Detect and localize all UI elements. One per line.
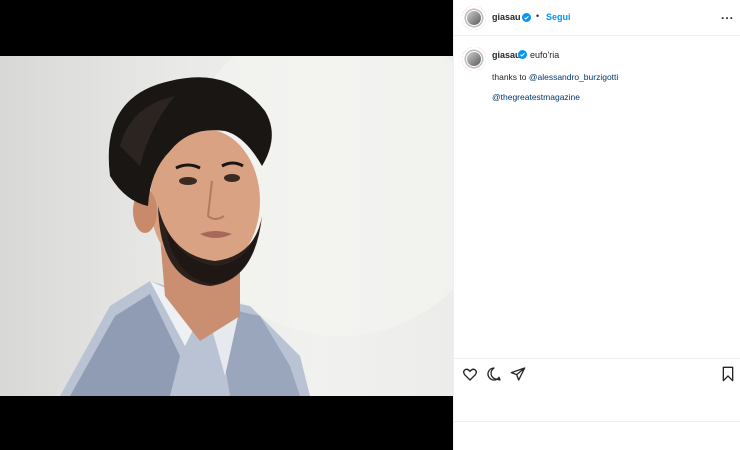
author-avatar[interactable] bbox=[462, 6, 486, 30]
mention-link[interactable]: @alessandro_burzigotti bbox=[529, 72, 618, 82]
caption-text: eufo'ria bbox=[530, 50, 560, 60]
post-sidebar: giasau • Segui ... giasau eufo'ria thank… bbox=[453, 0, 740, 450]
comment-bar bbox=[454, 421, 740, 450]
mention-link[interactable]: @thegreatestmagazine bbox=[492, 92, 580, 102]
caption-thanks-line: thanks to @alessandro_burzigotti bbox=[492, 72, 618, 82]
caption-username[interactable]: giasau bbox=[492, 50, 521, 60]
post-actions bbox=[454, 358, 740, 386]
post-photo[interactable] bbox=[0, 56, 453, 396]
thanks-prefix: thanks to bbox=[492, 72, 529, 82]
comment-icon[interactable] bbox=[486, 366, 502, 382]
verified-icon bbox=[522, 13, 531, 22]
caption-verified-icon bbox=[518, 50, 527, 59]
bookmark-icon[interactable] bbox=[720, 366, 736, 382]
caption-mention-line: @thegreatestmagazine bbox=[492, 92, 580, 102]
separator-dot: • bbox=[536, 11, 540, 21]
post-header: giasau • Segui ... bbox=[454, 0, 740, 36]
post-media bbox=[0, 0, 453, 450]
heart-icon[interactable] bbox=[462, 366, 478, 382]
author-username[interactable]: giasau bbox=[492, 12, 521, 22]
more-options-icon[interactable]: ... bbox=[721, 8, 734, 22]
portrait-image bbox=[60, 56, 453, 396]
caption-avatar[interactable] bbox=[462, 47, 486, 71]
follow-button[interactable]: Segui bbox=[546, 12, 571, 22]
send-icon[interactable] bbox=[510, 366, 526, 382]
